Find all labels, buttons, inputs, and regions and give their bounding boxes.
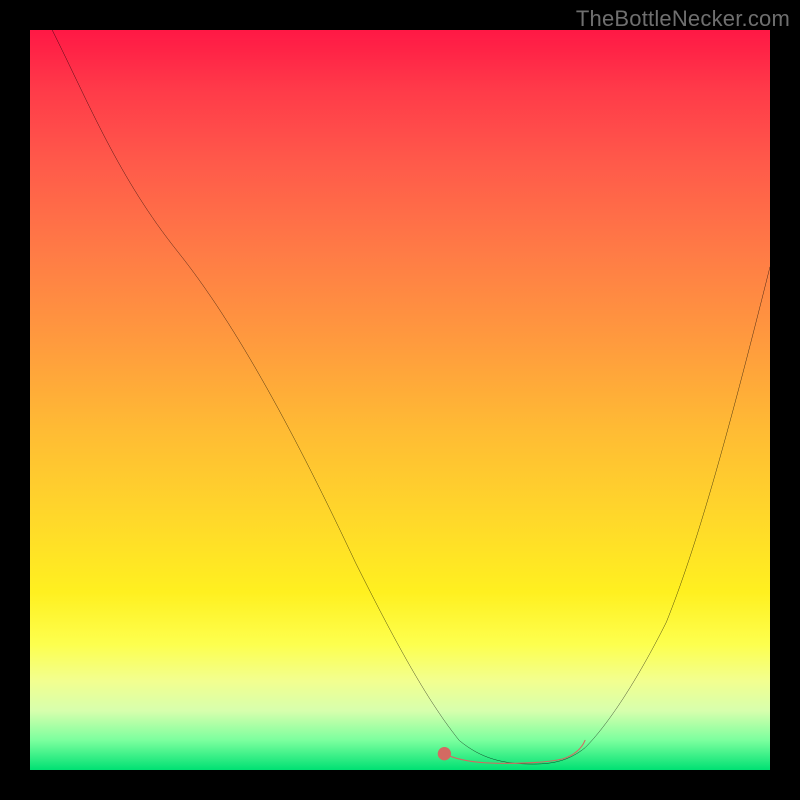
attribution-label: TheBottleNecker.com bbox=[576, 6, 790, 32]
bottleneck-curve bbox=[30, 30, 770, 770]
optimal-range-path bbox=[444, 740, 585, 763]
plot-area bbox=[30, 30, 770, 770]
chart-frame: TheBottleNecker.com bbox=[0, 0, 800, 800]
curve-path bbox=[52, 30, 770, 764]
